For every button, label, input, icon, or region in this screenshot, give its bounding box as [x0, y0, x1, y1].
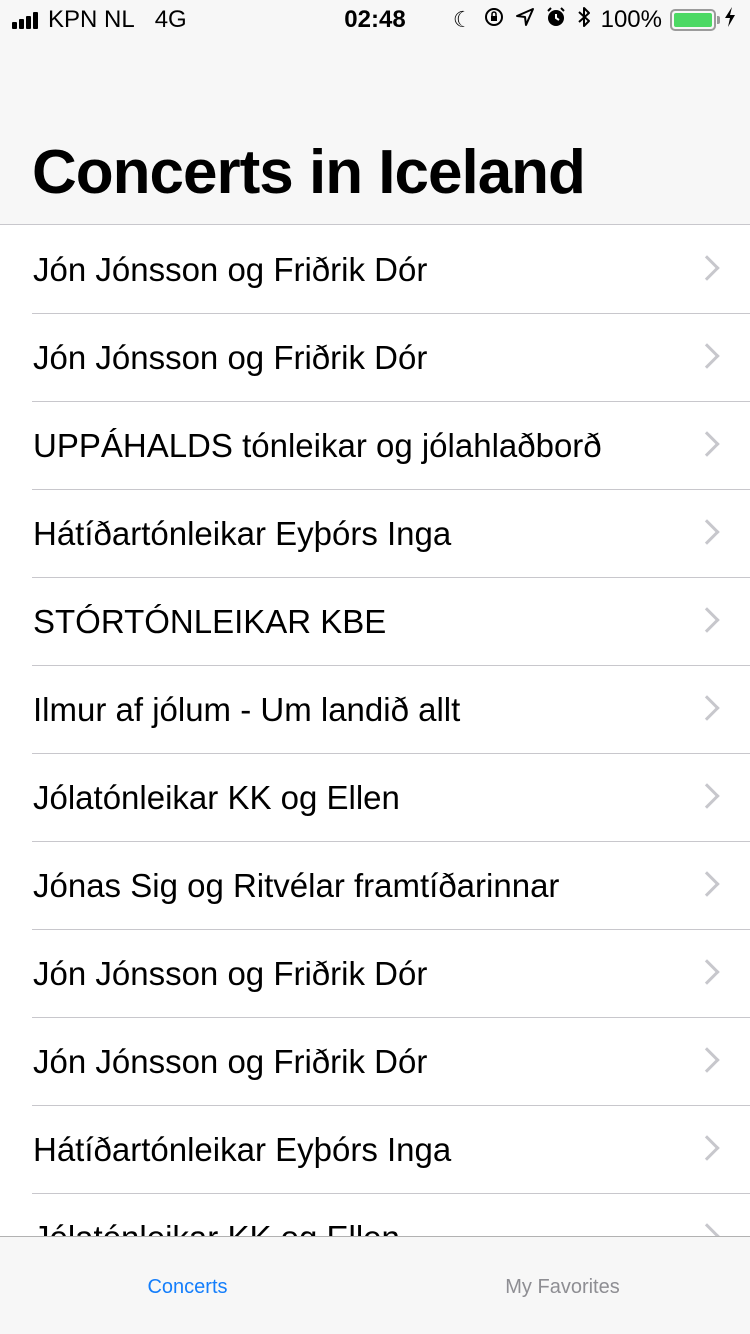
- chevron-right-icon: [694, 343, 720, 369]
- chevron-right-icon: [694, 695, 720, 721]
- navigation-header: Concerts in Iceland: [0, 40, 750, 225]
- concert-title: Jón Jónsson og Friðrik Dór: [33, 339, 428, 376]
- tab-my-favorites[interactable]: My Favorites: [375, 1237, 750, 1334]
- concert-title: Hátíðartónleikar Eyþórs Inga: [33, 515, 452, 552]
- chevron-right-icon: [694, 959, 720, 985]
- concert-title: UPPÁHALDS tónleikar og jólahlaðborð: [33, 427, 602, 464]
- orientation-lock-icon: [483, 6, 505, 35]
- chevron-right-icon: [694, 1135, 720, 1161]
- page-title: Concerts in Iceland: [32, 138, 586, 207]
- concert-title: STÓRTÓNLEIKAR KBE: [33, 603, 387, 640]
- status-right: ☾ 100%: [443, 6, 736, 34]
- list-item[interactable]: Hátíðartónleikar Eyþórs Inga: [0, 490, 750, 578]
- chevron-right-icon: [694, 607, 720, 633]
- chevron-right-icon: [694, 431, 720, 457]
- list-item[interactable]: UPPÁHALDS tónleikar og jólahlaðborð: [0, 402, 750, 490]
- moon-icon: ☾: [452, 7, 473, 32]
- battery-icon: [670, 9, 720, 31]
- list-item[interactable]: Hátíðartónleikar Eyþórs Inga: [0, 1106, 750, 1194]
- list-item[interactable]: Jólatónleikar KK og Ellen: [0, 1194, 750, 1236]
- list-item[interactable]: Jólatónleikar KK og Ellen: [0, 754, 750, 842]
- chevron-right-icon: [694, 783, 720, 809]
- concert-title: Jón Jónsson og Friðrik Dór: [33, 1043, 428, 1080]
- concert-title: Jólatónleikar KK og Ellen: [33, 779, 400, 816]
- list-item[interactable]: Jónas Sig og Ritvélar framtíðarinnar: [0, 842, 750, 930]
- location-icon: [515, 6, 535, 34]
- chevron-right-icon: [694, 871, 720, 897]
- chevron-right-icon: [694, 255, 720, 281]
- bluetooth-icon: [577, 6, 591, 35]
- concert-title: Jón Jónsson og Friðrik Dór: [33, 955, 428, 992]
- alarm-icon: [545, 6, 567, 35]
- list-item[interactable]: Ilmur af jólum - Um landið allt: [0, 666, 750, 754]
- tab-label: Concerts: [147, 1276, 228, 1298]
- list-item[interactable]: Jón Jónsson og Friðrik Dór: [0, 1018, 750, 1106]
- tab-concerts[interactable]: Concerts: [0, 1237, 375, 1334]
- battery-percent: 100%: [600, 6, 662, 33]
- concert-title: Hátíðartónleikar Eyþórs Inga: [33, 1131, 452, 1168]
- concert-title: Jón Jónsson og Friðrik Dór: [33, 251, 428, 288]
- status-bar: KPN NL 4G 02:48 ☾ 100%: [0, 0, 750, 40]
- list-item[interactable]: STÓRTÓNLEIKAR KBE: [0, 578, 750, 666]
- chevron-right-icon: [694, 1223, 720, 1236]
- list-item[interactable]: Jón Jónsson og Friðrik Dór: [0, 930, 750, 1018]
- tab-bar: Concerts My Favorites: [0, 1236, 750, 1334]
- concert-title: Ilmur af jólum - Um landið allt: [33, 691, 461, 728]
- list-item[interactable]: Jón Jónsson og Friðrik Dór: [0, 314, 750, 402]
- chevron-right-icon: [694, 519, 720, 545]
- concert-title: Jónas Sig og Ritvélar framtíðarinnar: [33, 867, 560, 904]
- concert-title: Jólatónleikar KK og Ellen: [33, 1194, 400, 1236]
- tab-label: My Favorites: [505, 1276, 620, 1298]
- list-item[interactable]: Jón Jónsson og Friðrik Dór: [0, 226, 750, 314]
- charging-bolt-icon: [724, 7, 736, 33]
- battery-level: [674, 13, 712, 27]
- concert-list[interactable]: Jón Jónsson og Friðrik Dór Jón Jónsson og…: [0, 226, 750, 1236]
- chevron-right-icon: [694, 1047, 720, 1073]
